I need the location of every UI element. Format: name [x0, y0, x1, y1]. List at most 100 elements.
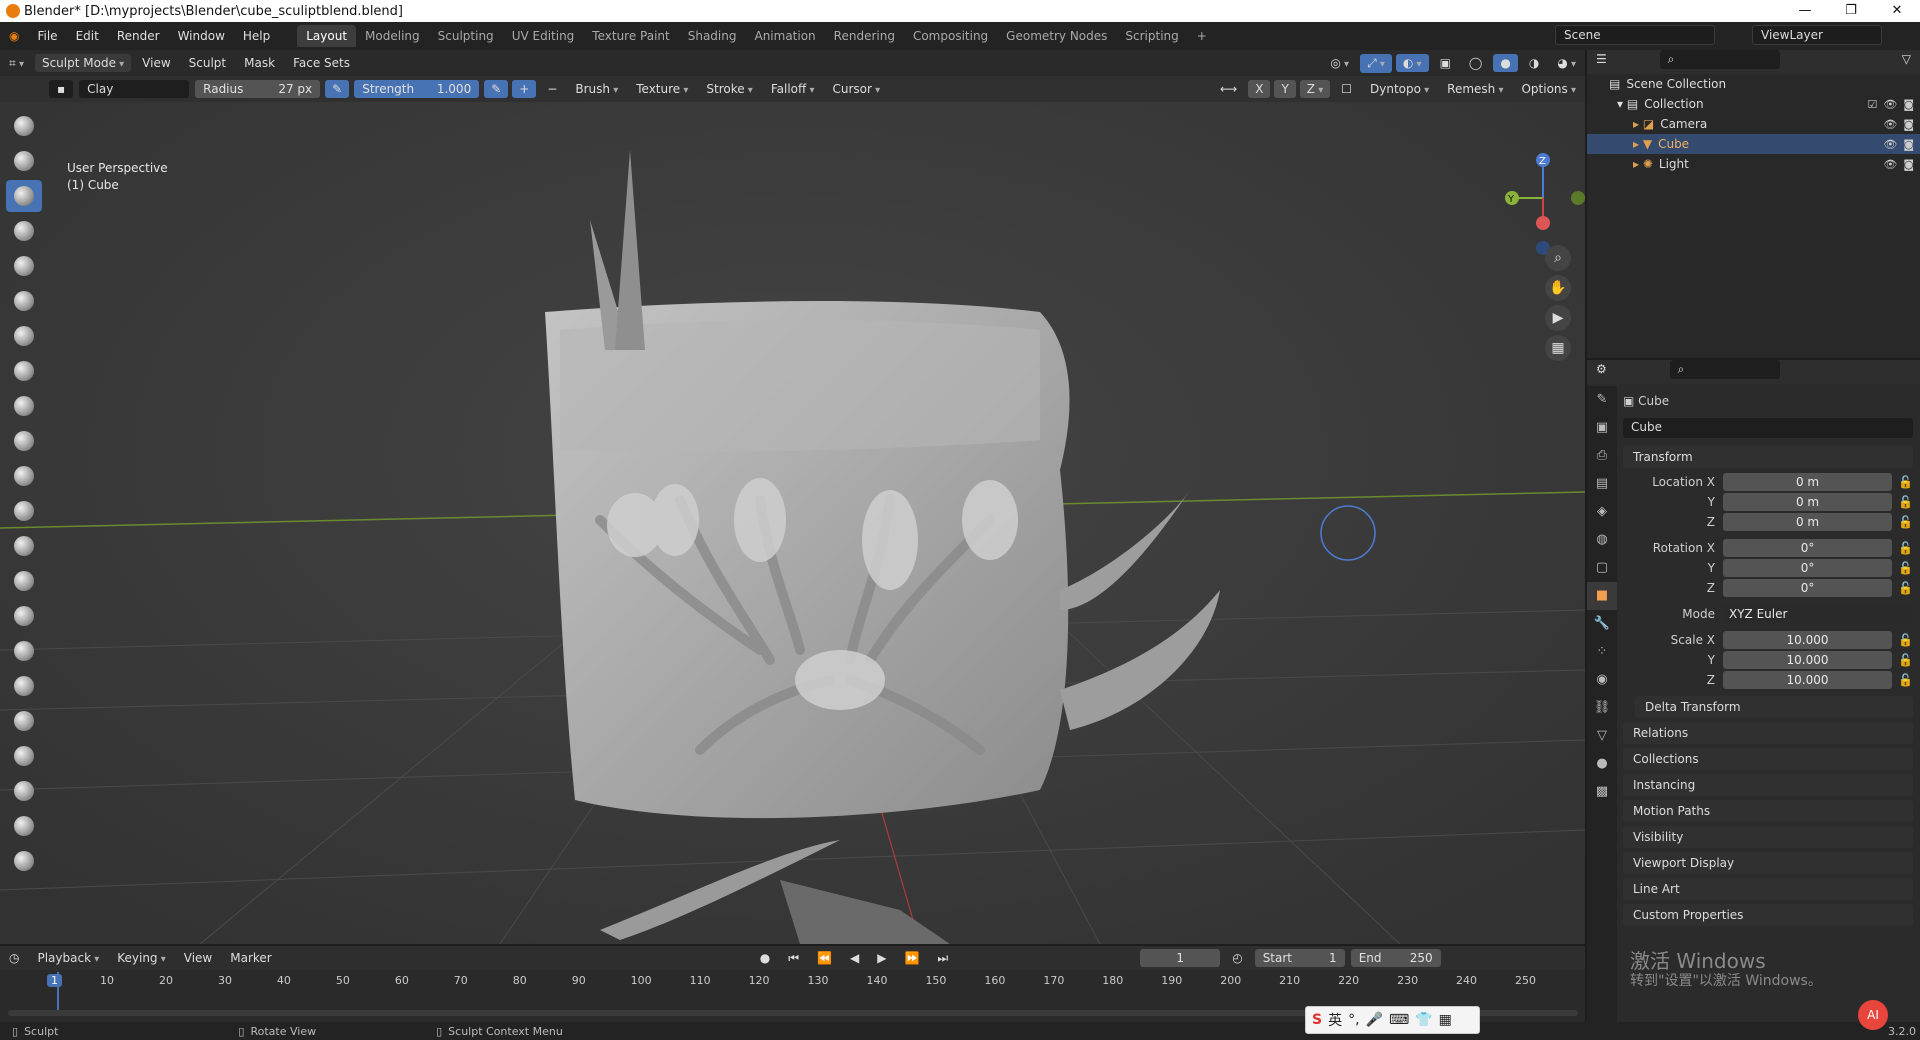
falloff-menu[interactable]: Falloff — [764, 80, 822, 98]
panel-collections[interactable]: Collections — [1623, 748, 1913, 770]
checkbox-icon[interactable]: ☑ — [1867, 98, 1877, 111]
tool-flatten[interactable] — [6, 460, 42, 492]
record-icon[interactable]: ● — [753, 949, 777, 967]
tool-inflate[interactable] — [6, 320, 42, 352]
playback-menu[interactable]: Playback — [30, 949, 106, 967]
play-reverse-icon[interactable]: ◀ — [843, 949, 866, 967]
menu-sculpt[interactable]: Sculpt — [182, 54, 233, 72]
tool-draw-sharp[interactable] — [6, 145, 42, 177]
lock-icon[interactable]: 🔓 — [1898, 515, 1913, 529]
next-keyframe-icon[interactable]: ⏩ — [897, 949, 926, 967]
tool-blob[interactable] — [6, 355, 42, 387]
texture-tab-icon[interactable]: ▩ — [1587, 778, 1617, 806]
lock-icon[interactable]: 🔓 — [1898, 581, 1913, 595]
object-name-field[interactable]: Cube — [1623, 418, 1913, 438]
strength-pressure-icon[interactable]: ✎ — [484, 80, 509, 98]
toolbox-icon[interactable]: ▦ — [1439, 1012, 1452, 1028]
world-tab-icon[interactable]: ◍ — [1587, 526, 1617, 554]
camera-render-icon[interactable]: ◙ — [1903, 98, 1914, 111]
prev-keyframe-icon[interactable]: ⏪ — [810, 949, 839, 967]
panel-custom-properties[interactable]: Custom Properties — [1623, 904, 1913, 926]
menu-edit[interactable]: Edit — [67, 29, 108, 43]
eye-icon[interactable]: 👁 — [1883, 138, 1897, 151]
strength-field[interactable]: Strength 1.000 — [354, 80, 480, 98]
tool-clay-strips[interactable] — [6, 215, 42, 247]
eye-icon[interactable]: 👁 — [1883, 98, 1897, 111]
tool-clay[interactable] — [6, 180, 42, 212]
panel-relations[interactable]: Relations — [1623, 722, 1913, 744]
tab-rendering[interactable]: Rendering — [825, 25, 904, 47]
view-layer-tab-icon[interactable]: ▤ — [1587, 470, 1617, 498]
tab-compositing[interactable]: Compositing — [904, 25, 997, 47]
outliner-display-icon[interactable]: ☰ — [1589, 50, 1614, 68]
lock-icon[interactable]: 🔓 — [1898, 633, 1913, 647]
outliner-search-icon[interactable]: ⌕ — [1659, 50, 1780, 69]
outliner-row-scene-collection[interactable]: ▤ Scene Collection — [1587, 74, 1920, 94]
symmetry-icon[interactable]: ⟷ — [1213, 80, 1244, 98]
constraints-tab-icon[interactable]: ⛓ — [1587, 694, 1617, 722]
output-tab-icon[interactable]: ⎙ — [1587, 442, 1617, 470]
tab-geometry-nodes[interactable]: Geometry Nodes — [997, 25, 1116, 47]
keyboard-icon[interactable]: ⌨ — [1389, 1012, 1409, 1028]
brush-menu[interactable]: Brush — [568, 80, 625, 98]
tab-uv-editing[interactable]: UV Editing — [503, 25, 584, 47]
tool-snake-hook[interactable] — [6, 705, 42, 737]
mode-selector[interactable]: Sculpt Mode — [34, 54, 132, 72]
panel-motion-paths[interactable]: Motion Paths — [1623, 800, 1913, 822]
scale-y-field[interactable]: 10.000 — [1723, 651, 1893, 669]
menu-view[interactable]: View — [135, 54, 177, 72]
current-frame-field[interactable]: 1 — [1140, 949, 1221, 967]
clock-icon[interactable]: ◴ — [1225, 949, 1249, 967]
outliner-row-collection[interactable]: ▾ ▤ Collection ☑ 👁 ◙ — [1587, 94, 1920, 114]
pan-hand-icon[interactable]: ✋ — [1545, 275, 1571, 301]
texture-menu[interactable]: Texture — [629, 80, 695, 98]
mirror-y-toggle[interactable]: Y — [1274, 80, 1296, 98]
render-tab-icon[interactable]: ▣ — [1587, 414, 1617, 442]
camera-render-icon[interactable]: ◙ — [1903, 158, 1914, 171]
view-layer-selector[interactable]: ViewLayer — [1752, 25, 1882, 45]
menu-file[interactable]: File — [28, 29, 66, 43]
lock-icon[interactable]: 🔓 — [1898, 495, 1913, 509]
menu-window[interactable]: Window — [169, 29, 234, 43]
dyntopo-menu[interactable]: Dyntopo — [1363, 80, 1436, 98]
tool-grab[interactable] — [6, 635, 42, 667]
lock-icon[interactable]: 🔓 — [1898, 673, 1913, 687]
tab-sculpting[interactable]: Sculpting — [429, 25, 503, 47]
rotation-z-field[interactable]: 0° — [1723, 579, 1893, 597]
tool-pinch[interactable] — [6, 600, 42, 632]
lock-icon[interactable]: 🔓 — [1898, 475, 1913, 489]
panel-instancing[interactable]: Instancing — [1623, 774, 1913, 796]
eye-icon[interactable]: 👁 — [1883, 118, 1897, 131]
mirror-x-toggle[interactable]: X — [1248, 80, 1271, 98]
scene-selector[interactable]: Scene — [1555, 25, 1715, 45]
cursor-menu[interactable]: Cursor — [825, 80, 887, 98]
microphone-icon[interactable]: 🎤 — [1366, 1012, 1383, 1028]
play-icon[interactable]: ▶ — [870, 949, 893, 967]
assistant-floating-icon[interactable]: AI — [1858, 1000, 1888, 1030]
keying-menu[interactable]: Keying — [110, 949, 173, 967]
location-y-field[interactable]: 0 m — [1723, 493, 1893, 511]
transform-panel-header[interactable]: Transform — [1623, 446, 1913, 468]
tool-thumb[interactable] — [6, 740, 42, 772]
panel-line-art[interactable]: Line Art — [1623, 878, 1913, 900]
timeline-editor-icon[interactable]: ◷ — [2, 949, 26, 967]
3d-viewport[interactable]: Z Y ⌗ Sculpt Mode View Sculpt Mask Face … — [0, 50, 1585, 944]
tab-animation[interactable]: Animation — [745, 25, 824, 47]
properties-editor-icon[interactable]: ⚙ — [1589, 360, 1614, 378]
overlay-toggle-icon[interactable]: ◐ — [1395, 54, 1429, 72]
filter-icon[interactable]: ▽ — [1895, 50, 1918, 68]
tool-nudge[interactable] — [6, 810, 42, 842]
rotation-x-field[interactable]: 0° — [1723, 539, 1893, 557]
data-tab-icon[interactable]: ▽ — [1587, 722, 1617, 750]
jump-end-icon[interactable]: ⏭ — [930, 949, 955, 968]
menu-render[interactable]: Render — [108, 29, 169, 43]
scene-tab-icon[interactable]: ◈ — [1587, 498, 1617, 526]
ime-language-label[interactable]: 英 — [1328, 1010, 1342, 1030]
tool-crease[interactable] — [6, 390, 42, 422]
tool-scrape[interactable] — [6, 530, 42, 562]
brush-icon[interactable]: ▪ — [49, 80, 74, 98]
outliner-row-cube[interactable]: ▸ ▼ Cube 👁 ◙ — [1587, 134, 1920, 154]
scale-x-field[interactable]: 10.000 — [1723, 631, 1893, 649]
scale-z-field[interactable]: 10.000 — [1723, 671, 1893, 689]
zoom-icon[interactable]: ⌕ — [1545, 245, 1571, 271]
